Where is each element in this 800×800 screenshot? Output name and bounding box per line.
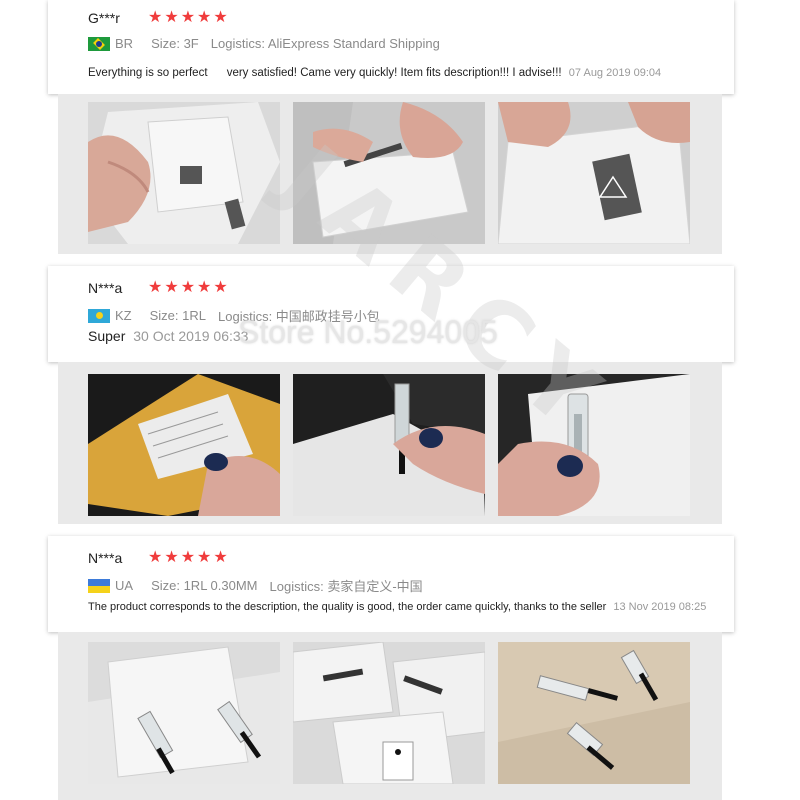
star-rating: ★ ★ ★ ★ ★ bbox=[148, 280, 228, 296]
star-icon: ★ bbox=[180, 279, 196, 296]
logistics-label: Logistics: AliExpress Standard Shipping bbox=[210, 36, 440, 51]
star-icon: ★ bbox=[197, 9, 212, 26]
review-photo[interactable] bbox=[88, 102, 280, 244]
star-icon: ★ bbox=[180, 9, 196, 26]
country-code: UA bbox=[115, 578, 134, 593]
review-meta: BR Size: 3F Logistics: AliExpress Standa… bbox=[88, 36, 440, 51]
review-photo[interactable] bbox=[498, 102, 690, 244]
review-text-line: The product corresponds to the descripti… bbox=[88, 600, 718, 614]
star-icon: ★ bbox=[197, 549, 212, 566]
review-text: The product corresponds to the descripti… bbox=[88, 601, 607, 613]
review-photo[interactable] bbox=[498, 374, 690, 516]
size-label: Size: 1RL bbox=[149, 308, 206, 323]
logistics-label: Logistics: 中国邮政挂号小包 bbox=[218, 309, 380, 324]
star-icon: ★ bbox=[213, 9, 228, 26]
review-photo[interactable] bbox=[498, 642, 690, 784]
review-meta: KZ Size: 1RL Logistics: 中国邮政挂号小包 bbox=[88, 306, 380, 325]
logistics-label: Logistics: 卖家自定义-中国 bbox=[269, 579, 423, 594]
size-label: Size: 3F bbox=[151, 36, 199, 51]
country-code: BR bbox=[115, 36, 134, 51]
star-rating: ★ ★ ★ ★ ★ bbox=[148, 550, 228, 566]
star-icon: ★ bbox=[164, 279, 179, 296]
star-icon: ★ bbox=[180, 549, 196, 566]
review-photo[interactable] bbox=[293, 102, 485, 244]
review-date: 07 Aug 2019 09:04 bbox=[568, 67, 662, 79]
star-icon: ★ bbox=[213, 279, 228, 296]
review-text-line: Everything is so perfect very satisfied!… bbox=[88, 67, 661, 79]
review-date: 13 Nov 2019 08:25 bbox=[613, 601, 707, 613]
flag-br-icon bbox=[88, 36, 110, 51]
star-icon: ★ bbox=[148, 9, 163, 26]
size-label: Size: 1RL 0.30MM bbox=[151, 578, 258, 593]
review-text: Everything is so perfect very satisfied!… bbox=[88, 67, 562, 79]
star-icon: ★ bbox=[197, 279, 212, 296]
star-icon: ★ bbox=[148, 549, 163, 566]
review-card-1: G***r ★ ★ ★ ★ ★ BR Size: 3F Logistics: AliEx… bbox=[48, 0, 734, 94]
star-icon: ★ bbox=[213, 549, 228, 566]
review-card-2: N***a ★ ★ ★ ★ ★ KZ Size: 1RL Logistics: 中国邮政… bbox=[48, 266, 734, 362]
reviewer-name: N***a bbox=[88, 550, 123, 566]
review-photo[interactable] bbox=[88, 374, 280, 516]
star-rating: ★ ★ ★ ★ ★ bbox=[148, 10, 228, 26]
review-date: 30 Oct 2019 06:33 bbox=[133, 328, 249, 344]
review-card-3: N***a ★ ★ ★ ★ ★ UA Size: 1RL 0.30MM Logistic… bbox=[48, 536, 734, 632]
flag-ua-icon bbox=[88, 578, 110, 593]
star-icon: ★ bbox=[164, 549, 179, 566]
star-icon: ★ bbox=[148, 279, 163, 296]
reviewer-name: N***a bbox=[88, 280, 123, 296]
review-photo[interactable] bbox=[293, 642, 485, 784]
flag-kz-icon bbox=[88, 308, 110, 323]
review-photo[interactable] bbox=[88, 642, 280, 784]
review-meta: UA Size: 1RL 0.30MM Logistics: 卖家自定义-中国 bbox=[88, 576, 423, 595]
star-icon: ★ bbox=[164, 9, 179, 26]
country-code: KZ bbox=[115, 308, 132, 323]
review-text-line: Super 30 Oct 2019 06:33 bbox=[88, 328, 248, 344]
review-photo[interactable] bbox=[293, 374, 485, 516]
review-text: Super bbox=[88, 328, 126, 344]
reviewer-name: G***r bbox=[88, 10, 120, 26]
